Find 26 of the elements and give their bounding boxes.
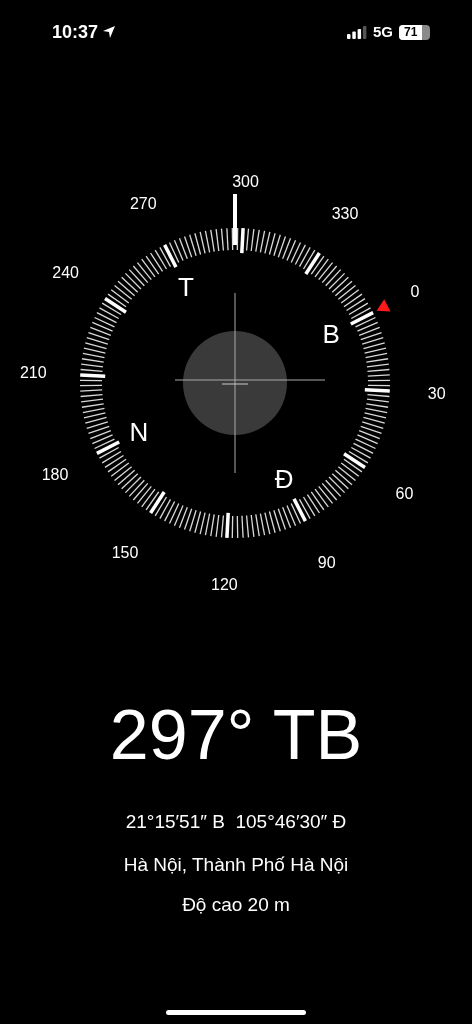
degree-label: 180 bbox=[41, 466, 69, 484]
cardinal-label: B bbox=[322, 318, 340, 349]
heading-readout: 297° TB bbox=[109, 700, 363, 770]
degree-label: 120 bbox=[211, 576, 238, 594]
degree-label: 30 bbox=[427, 385, 446, 403]
coordinates: 21°15′51″ B 105°46′30″ Đ bbox=[125, 810, 347, 834]
degree-label: 300 bbox=[232, 172, 259, 190]
cardinal-label: Đ bbox=[274, 464, 294, 495]
location-name: Hà Nội, Thành Phố Hà Nội bbox=[123, 852, 349, 877]
degree-label: 150 bbox=[111, 543, 139, 561]
degree-label: 210 bbox=[19, 363, 47, 381]
network-label: 5G bbox=[373, 21, 393, 42]
degree-label: 240 bbox=[52, 264, 79, 282]
degree-label: 90 bbox=[317, 554, 336, 572]
status-time: 10:37 bbox=[52, 20, 99, 44]
degree-label: 0 bbox=[410, 282, 420, 300]
battery-indicator: 71 bbox=[399, 24, 430, 40]
location-arrow-icon bbox=[102, 25, 117, 39]
altitude: Độ cao 20 m bbox=[182, 893, 290, 917]
cardinal-label: N bbox=[129, 417, 149, 448]
north-marker-icon bbox=[376, 299, 391, 312]
signal-icon bbox=[347, 25, 367, 39]
cardinal-label: T bbox=[178, 271, 194, 302]
degree-label: 330 bbox=[331, 205, 359, 223]
degree-label: 60 bbox=[395, 484, 414, 502]
degree-label: 270 bbox=[129, 194, 157, 212]
